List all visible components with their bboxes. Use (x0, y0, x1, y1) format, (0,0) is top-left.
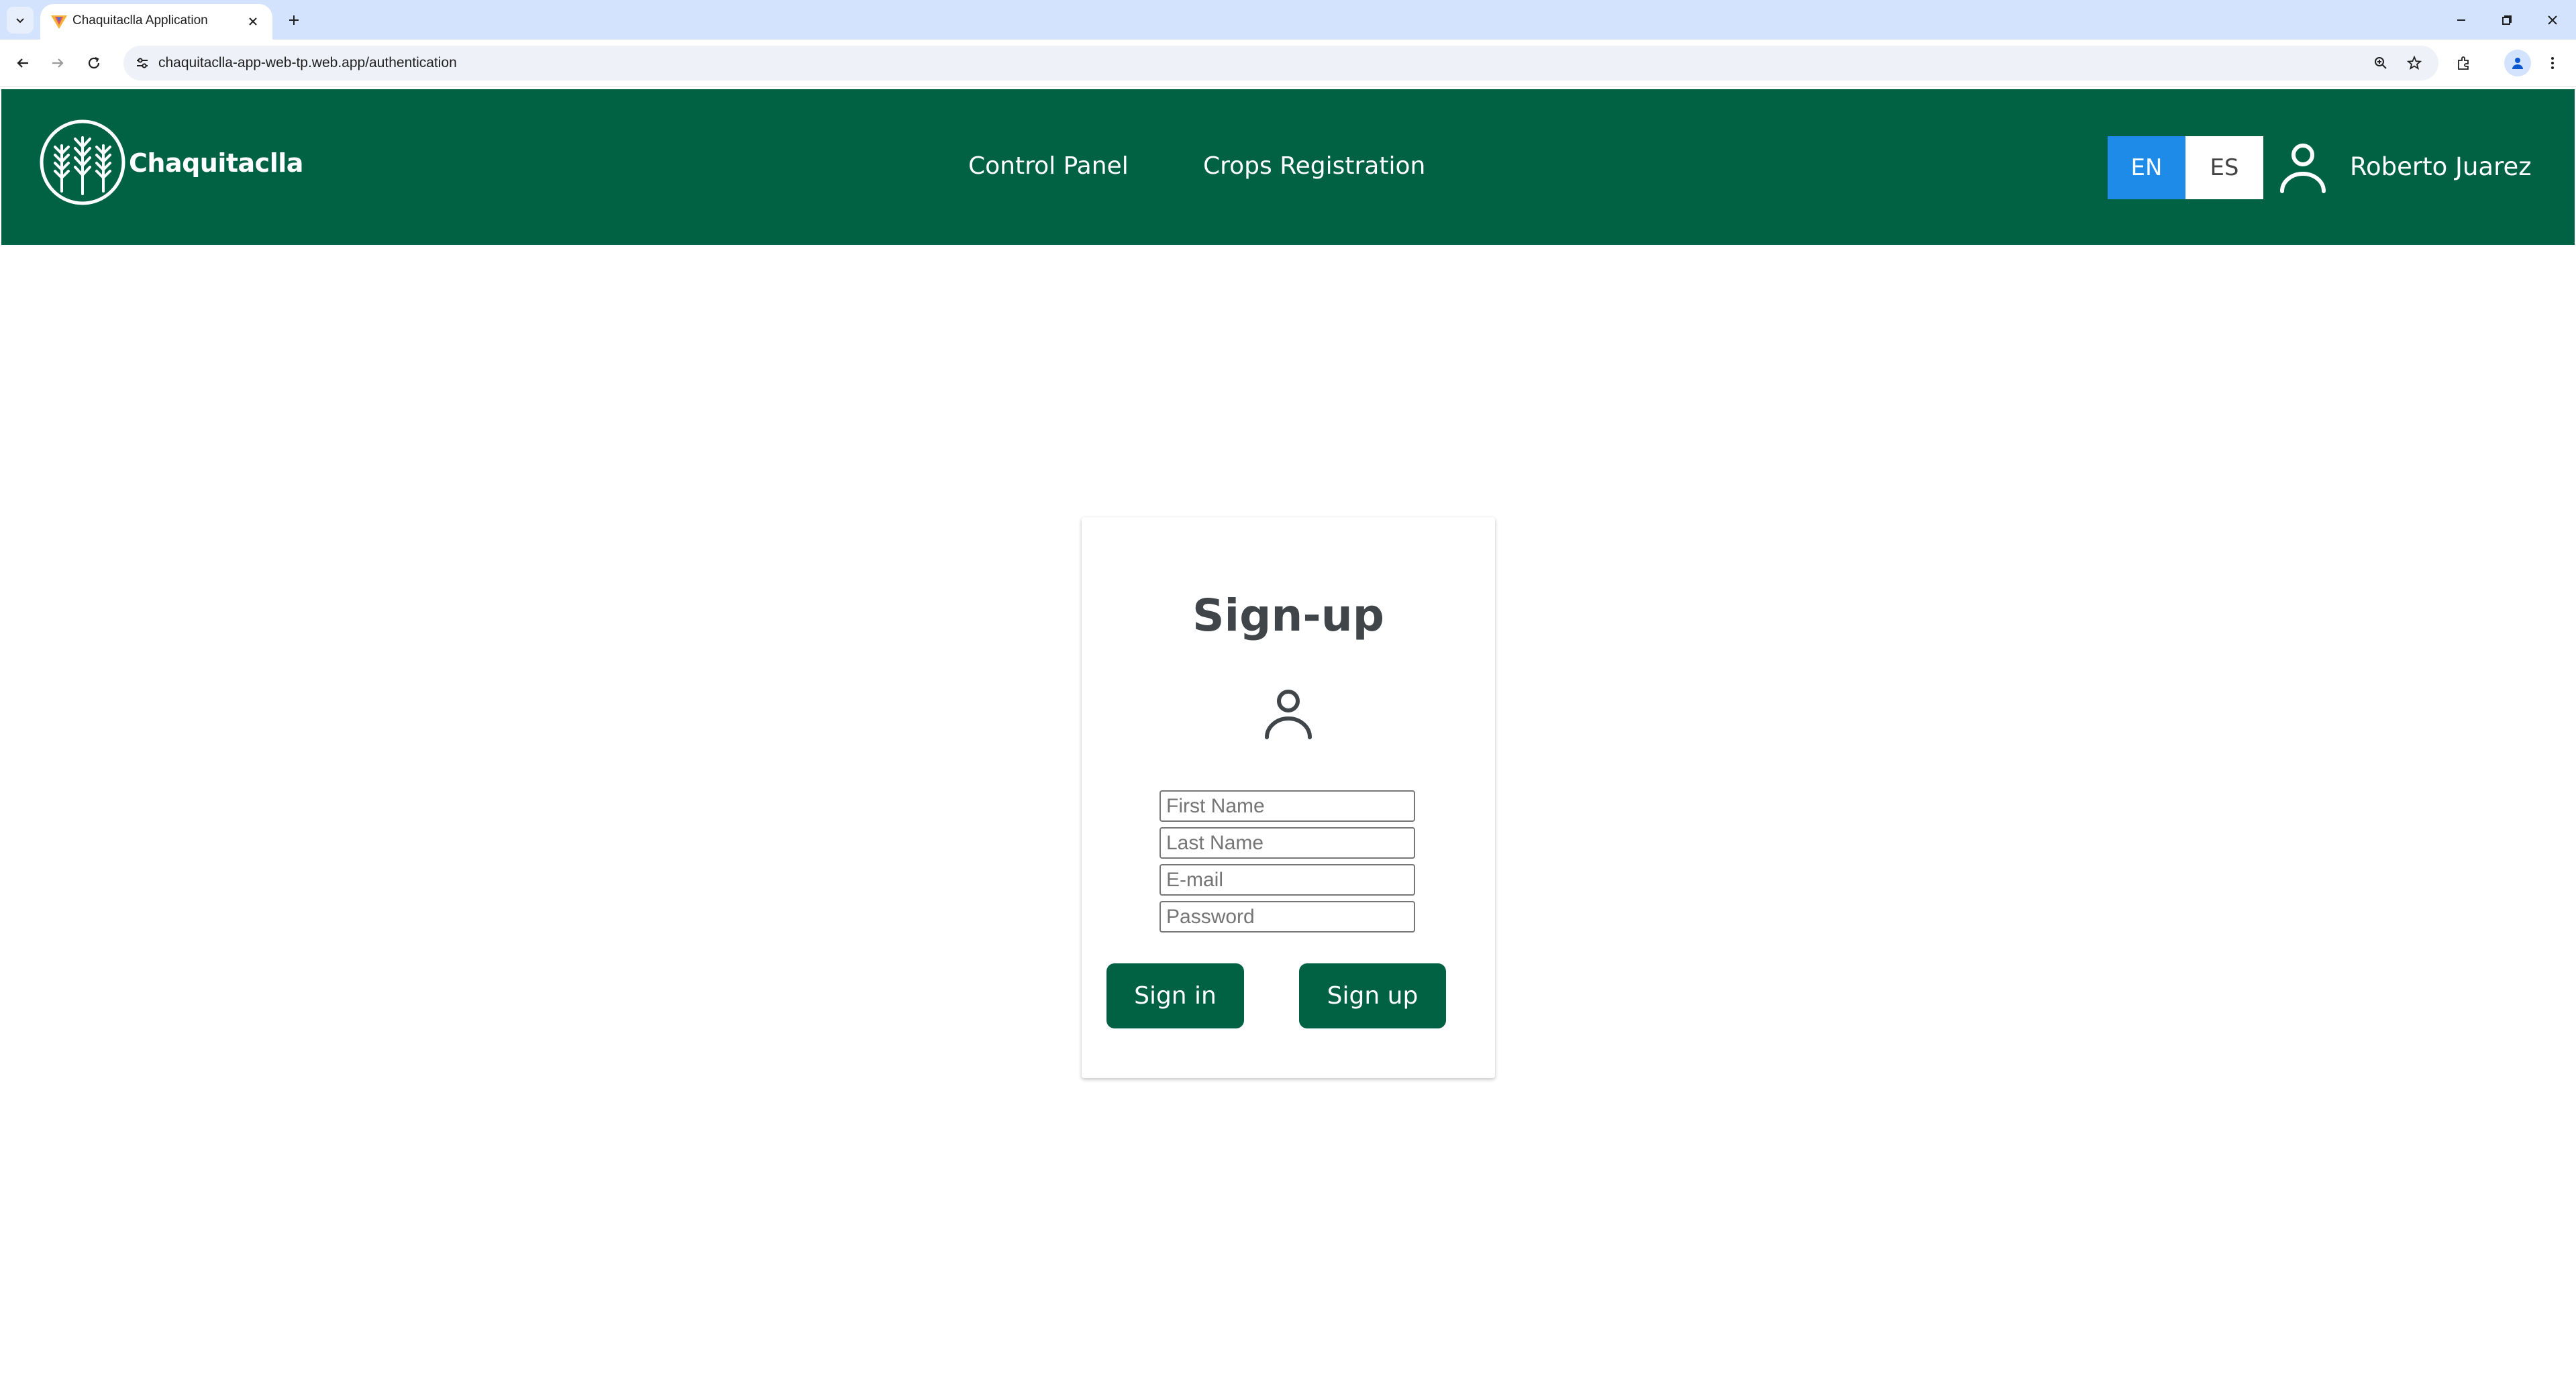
chevron-down-icon (16, 18, 24, 23)
zoom-icon (2375, 57, 2387, 69)
window-close-button[interactable] (2538, 5, 2567, 35)
arrow-left-icon (17, 58, 28, 68)
new-tab-button[interactable] (282, 8, 306, 32)
bookmark-button[interactable] (2404, 52, 2425, 74)
arrow-right-icon (52, 58, 64, 68)
close-icon (2548, 15, 2557, 25)
lang-es-button[interactable]: ES (2185, 136, 2263, 199)
zoom-button[interactable] (2370, 52, 2391, 74)
nav-control-panel[interactable]: Control Panel (968, 152, 1129, 180)
restore-icon (2502, 15, 2512, 25)
profile-button[interactable] (2504, 50, 2531, 76)
tab-search-button[interactable] (7, 7, 34, 34)
site-info-button[interactable] (133, 54, 152, 72)
nav-crops-registration[interactable]: Crops Registration (1203, 152, 1425, 180)
reload-button[interactable] (79, 48, 109, 78)
tab-title: Chaquitaclla Application (72, 13, 208, 28)
logo-text: Chaquitaclla (129, 148, 303, 178)
address-bar[interactable]: chaquitaclla-app-web-tp.web.app/authenti… (123, 46, 2438, 81)
browser-tab-active[interactable]: Chaquitaclla Application (40, 4, 272, 40)
extensions-button[interactable] (2451, 50, 2477, 76)
tune-icon (137, 58, 148, 68)
last-name-field[interactable] (1160, 827, 1415, 859)
minimize-icon (2457, 19, 2465, 21)
user-icon (1265, 690, 1312, 739)
first-name-field[interactable] (1160, 790, 1415, 822)
person-icon (2512, 58, 2523, 69)
user-name: Roberto Juarez (2350, 152, 2532, 181)
plus-icon (289, 15, 299, 25)
signup-title: Sign-up (1192, 590, 1384, 641)
browser-tabstrip: Chaquitaclla Application (0, 0, 2576, 40)
minimize-button[interactable] (2446, 5, 2476, 35)
signup-card: Sign-up Sign in Sign up (1082, 517, 1495, 1078)
more-vertical-icon (2551, 57, 2554, 69)
browser-toolbar: chaquitaclla-app-web-tp.web.app/authenti… (0, 40, 2576, 87)
star-icon (2407, 56, 2422, 70)
sign-in-button[interactable]: Sign in (1106, 963, 1244, 1028)
password-field[interactable] (1160, 901, 1415, 933)
url-text: chaquitaclla-app-web-tp.web.app/authenti… (158, 55, 457, 70)
app-header: Chaquitaclla Control Panel Crops Registr… (1, 89, 2575, 245)
wheat-logo-icon[interactable] (39, 119, 126, 206)
back-button[interactable] (8, 48, 38, 78)
email-field[interactable] (1160, 864, 1415, 896)
sign-up-button[interactable]: Sign up (1299, 963, 1446, 1028)
language-toggle: EN ES (2108, 136, 2263, 199)
user-account-icon[interactable] (2275, 139, 2330, 194)
close-icon (249, 17, 257, 25)
restore-button[interactable] (2492, 5, 2522, 35)
reload-icon (88, 57, 100, 69)
lang-en-button[interactable]: EN (2108, 136, 2185, 199)
forward-button[interactable] (43, 48, 72, 78)
puzzle-icon (2458, 56, 2469, 70)
browser-menu-button[interactable] (2539, 50, 2566, 76)
app-favicon-icon (51, 15, 67, 29)
tab-close-button[interactable] (243, 11, 263, 32)
